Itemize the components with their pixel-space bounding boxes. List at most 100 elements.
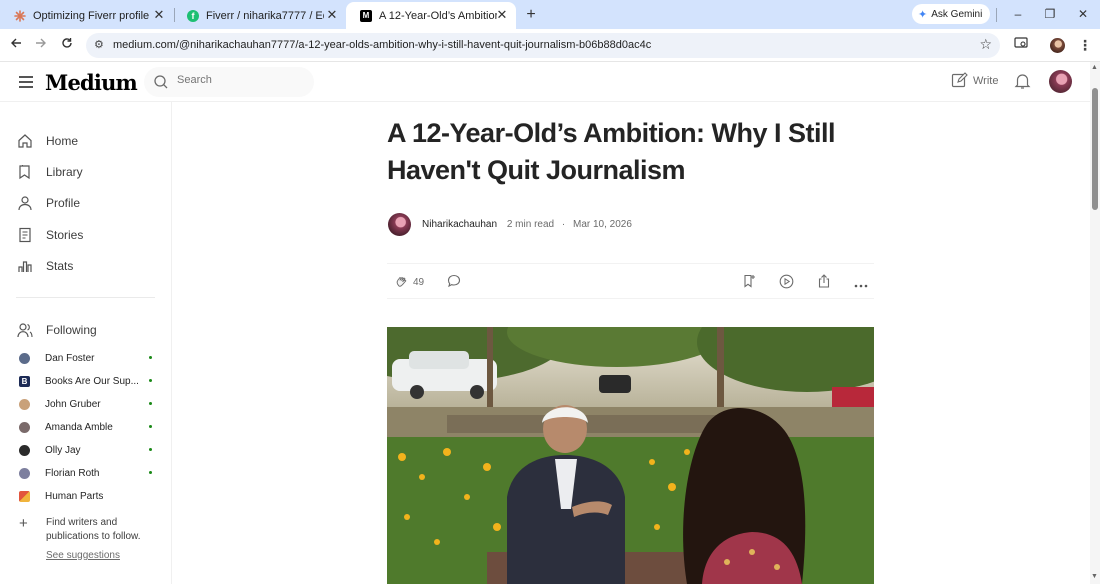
article-hero-image <box>387 327 874 584</box>
search-icon <box>153 74 169 95</box>
write-label: Write <box>973 74 999 87</box>
new-tab-button[interactable]: + <box>522 6 540 24</box>
clap-count: 49 <box>413 277 425 288</box>
scroll-up-icon[interactable]: ▲ <box>1091 64 1098 71</box>
browser-toolbar: ⚙ medium.com/@niharikachauhan7777/a-12-y… <box>0 29 1100 62</box>
author-avatar[interactable] <box>388 213 411 236</box>
tab-separator <box>996 8 997 22</box>
author-name[interactable]: Niharikachauhan <box>422 219 497 230</box>
scrollbar-thumb[interactable] <box>1092 88 1098 210</box>
avatar <box>19 421 30 433</box>
following-item[interactable]: Human Parts <box>19 489 159 503</box>
sidebar-item-stories[interactable]: Stories <box>17 226 83 244</box>
left-sidebar: Home Library Profile Stories Stats Follo… <box>0 102 172 584</box>
find-writers-text: Find writers and publications to follow. <box>46 517 141 542</box>
tab-medium-article[interactable]: M A 12-Year-Old’s Ambition: Why ✕ <box>346 2 516 29</box>
bookmark-star-icon[interactable]: ☆ <box>979 36 992 53</box>
close-icon[interactable]: ✕ <box>152 8 166 22</box>
medium-logo[interactable]: Medium <box>45 70 138 95</box>
see-suggestions-link[interactable]: See suggestions <box>46 550 120 561</box>
following-name: John Gruber <box>45 398 101 410</box>
following-name: Books Are Our Sup... <box>45 375 139 387</box>
restore-icon[interactable]: ❐ <box>1039 4 1061 24</box>
cast-icon[interactable] <box>1012 36 1030 54</box>
browser-tab-strip: Optimizing Fiverr profile from L ✕ f Fiv… <box>0 0 1100 29</box>
medium-icon: M <box>360 9 372 22</box>
scroll-down-icon[interactable]: ▼ <box>1091 573 1098 580</box>
profile-avatar[interactable] <box>1050 38 1065 53</box>
user-avatar[interactable] <box>1049 70 1072 93</box>
sidebar-item-label: Stories <box>46 228 84 242</box>
tab-title: Fiverr / niharika7777 / Edit Gig <box>206 9 324 22</box>
new-story-dot <box>149 425 152 428</box>
avatar <box>19 398 30 410</box>
window-close-icon[interactable]: ✕ <box>1072 4 1094 24</box>
publish-date: Mar 10, 2026 <box>573 219 632 230</box>
forward-icon[interactable] <box>32 36 50 54</box>
share-icon[interactable] <box>817 274 831 293</box>
search-input[interactable] <box>177 74 307 86</box>
following-item[interactable]: Dan Foster <box>19 351 159 365</box>
plus-icon: + <box>19 515 28 532</box>
minimize-icon[interactable]: – <box>1007 4 1029 24</box>
bookmark-icon <box>19 165 30 180</box>
kebab-menu-icon[interactable]: ⋮ <box>1076 36 1094 54</box>
sidebar-item-profile[interactable]: Profile <box>17 194 80 212</box>
article-title: A 12-Year-Old’s Ambition: Why I Still Ha… <box>387 118 836 185</box>
sidebar-item-label: Home <box>46 134 79 148</box>
following-name: Olly Jay <box>45 444 81 456</box>
following-name: Human Parts <box>45 490 104 502</box>
hamburger-menu-icon[interactable] <box>19 76 33 88</box>
sidebar-item-library[interactable]: Library <box>17 163 83 181</box>
following-item[interactable]: Florian Roth <box>19 466 159 480</box>
read-time: 2 min read <box>506 219 555 230</box>
site-settings-icon[interactable]: ⚙ <box>94 38 104 51</box>
write-button[interactable]: Write <box>951 72 998 89</box>
comment-icon[interactable] <box>447 274 461 293</box>
tab-title: A 12-Year-Old’s Ambition: Why <box>379 9 497 22</box>
document-icon <box>19 227 31 243</box>
home-icon <box>18 134 32 148</box>
address-bar[interactable]: ⚙ medium.com/@niharikachauhan7777/a-12-y… <box>86 33 1000 58</box>
ask-gemini-label: Ask Gemini <box>931 8 983 20</box>
meta-separator: · <box>561 219 566 230</box>
save-bookmark-icon[interactable] <box>742 274 756 293</box>
new-story-dot <box>149 402 152 405</box>
search-box[interactable] <box>144 67 314 97</box>
following-name: Dan Foster <box>45 352 95 364</box>
more-options-icon[interactable] <box>854 276 868 294</box>
reload-icon[interactable] <box>58 36 76 54</box>
following-item[interactable]: B Books Are Our Sup... <box>19 374 159 388</box>
back-icon[interactable] <box>7 36 25 54</box>
sidebar-item-stats[interactable]: Stats <box>17 257 73 275</box>
ask-gemini-button[interactable]: ✦ Ask Gemini <box>912 4 991 24</box>
listen-play-icon[interactable] <box>779 274 794 294</box>
following-name: Florian Roth <box>45 467 100 479</box>
new-story-dot <box>149 471 152 474</box>
clap-icon[interactable] <box>395 274 409 293</box>
tab-title: Optimizing Fiverr profile from L <box>33 9 151 22</box>
close-icon[interactable]: ✕ <box>325 8 339 22</box>
following-item[interactable]: John Gruber <box>19 397 159 411</box>
close-icon[interactable]: ✕ <box>495 8 509 22</box>
stats-icon <box>18 261 32 272</box>
medium-header: Medium Write <box>0 62 1090 102</box>
claude-icon <box>14 9 26 22</box>
following-item[interactable]: Amanda Amble <box>19 420 159 434</box>
following-icon <box>17 323 33 338</box>
article-meta: Niharikachauhan 2 min read · Mar 10, 202… <box>422 219 632 230</box>
sidebar-item-home[interactable]: Home <box>17 132 78 150</box>
sidebar-item-label: Stats <box>46 259 74 273</box>
write-icon <box>951 72 968 88</box>
tab-fiverr[interactable]: f Fiverr / niharika7777 / Edit Gig ✕ <box>173 2 346 29</box>
sidebar-item-following[interactable]: Following <box>17 321 97 339</box>
tab-claude[interactable]: Optimizing Fiverr profile from L ✕ <box>0 2 173 29</box>
sidebar-item-label: Library <box>46 165 83 179</box>
new-story-dot <box>149 356 152 359</box>
sidebar-divider <box>16 297 155 298</box>
notifications-bell-icon[interactable] <box>1014 72 1031 95</box>
following-name: Amanda Amble <box>45 421 113 433</box>
gemini-sparkle-icon: ✦ <box>918 8 928 21</box>
avatar <box>19 467 30 479</box>
following-item[interactable]: Olly Jay <box>19 443 159 457</box>
